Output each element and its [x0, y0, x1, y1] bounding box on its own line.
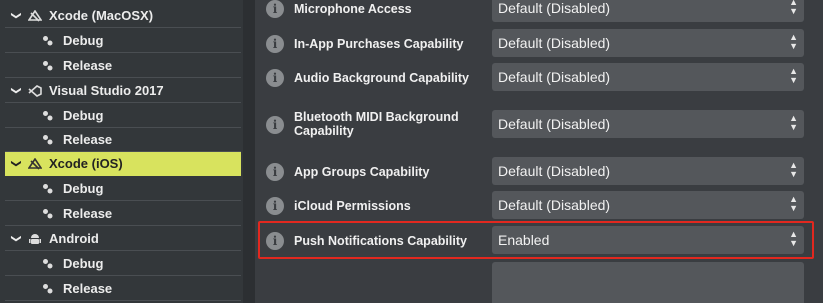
chevron-down-icon[interactable]: ❮ [11, 84, 22, 98]
config-icon [41, 110, 53, 121]
config-icon [41, 35, 53, 46]
tree-item-xcode-ios[interactable]: ❮ Xcode (iOS) [5, 152, 241, 176]
info-icon[interactable]: i [266, 69, 284, 87]
tree-item-label: Visual Studio 2017 [49, 83, 164, 98]
chevron-down-icon[interactable]: ❮ [11, 9, 22, 23]
icloud-permissions-select[interactable]: Default (Disabled) ▲ ▼ [492, 191, 804, 219]
tree-item-release[interactable]: Release [5, 54, 241, 78]
tree-item-debug[interactable]: Debug [5, 29, 241, 53]
tree-item-android[interactable]: ❮ Android [5, 227, 241, 251]
select-value: Default (Disabled) [498, 116, 611, 132]
bluetooth-midi-select[interactable]: Default (Disabled) ▲ ▼ [492, 110, 804, 138]
chevron-down-icon[interactable]: ❮ [11, 157, 22, 171]
setting-row-bluetooth-midi: i Bluetooth MIDI Background Capability D… [262, 110, 822, 140]
setting-row-app-groups: i App Groups Capability Default (Disable… [262, 157, 822, 187]
tree-item-label: Xcode (MacOSX) [49, 8, 154, 23]
setting-label: Bluetooth MIDI Background Capability [294, 110, 459, 138]
audio-background-select[interactable]: Default (Disabled) ▲ ▼ [492, 63, 804, 91]
info-icon[interactable]: i [266, 197, 284, 215]
updown-arrows-icon: ▲ ▼ [789, 160, 798, 179]
in-app-purchases-select[interactable]: Default (Disabled) ▲ ▼ [492, 29, 804, 57]
setting-label: Audio Background Capability [294, 71, 470, 85]
app-groups-select[interactable]: Default (Disabled) ▲ ▼ [492, 157, 804, 185]
setting-row-audio-background: i Audio Background Capability Default (D… [262, 63, 822, 93]
info-icon[interactable]: i [266, 116, 284, 134]
tree-item-label: Debug [63, 256, 104, 271]
chevron-down-icon[interactable]: ❮ [11, 232, 22, 246]
select-value: Default (Disabled) [498, 69, 611, 85]
visual-studio-icon [27, 84, 43, 97]
tree-item-xcode-macosx[interactable]: ❮ Xcode (MacOSX) [5, 4, 241, 28]
tree-item-label: Xcode (iOS) [49, 156, 123, 171]
config-icon [41, 183, 53, 194]
tree-item-label: Debug [63, 108, 104, 123]
tree-item-debug[interactable]: Debug [5, 177, 241, 201]
tree-item-debug[interactable]: Debug [5, 252, 241, 276]
tree-item-label: Release [63, 132, 113, 147]
text-area[interactable] [492, 262, 804, 303]
tree-item-release[interactable]: Release [5, 277, 241, 301]
xcode-icon [27, 9, 43, 22]
tree-item-debug[interactable]: Debug [5, 104, 241, 128]
updown-arrows-icon: ▲ ▼ [789, 194, 798, 213]
setting-row-icloud-permissions: i iCloud Permissions Default (Disabled) … [262, 191, 822, 221]
info-icon[interactable]: i [266, 35, 284, 53]
android-icon [27, 232, 43, 246]
info-icon[interactable]: i [266, 163, 284, 181]
setting-row-microphone-access: i Microphone Access Default (Disabled) ▲… [262, 0, 822, 24]
setting-label: Microphone Access [294, 2, 412, 16]
updown-arrows-icon: ▲ ▼ [789, 113, 798, 132]
config-icon [41, 258, 53, 269]
tree-item-label: Release [63, 281, 113, 296]
select-value: Default (Disabled) [498, 197, 611, 213]
tree-item-release[interactable]: Release [5, 128, 241, 152]
setting-label: App Groups Capability [294, 165, 430, 179]
config-icon [41, 283, 53, 294]
info-icon[interactable]: i [266, 0, 284, 18]
updown-arrows-icon: ▲ ▼ [789, 32, 798, 51]
tree-item-label: Release [63, 206, 113, 221]
tree-item-label: Debug [63, 33, 104, 48]
tree-item-visual-studio-2017[interactable]: ❮ Visual Studio 2017 [5, 79, 241, 103]
microphone-access-select[interactable]: Default (Disabled) ▲ ▼ [492, 0, 804, 22]
highlight-box [258, 221, 814, 259]
select-value: Default (Disabled) [498, 35, 611, 51]
tree-item-label: Release [63, 58, 113, 73]
config-icon [41, 134, 53, 145]
xcode-icon [27, 157, 43, 170]
config-icon [41, 60, 53, 71]
select-value: Default (Disabled) [498, 0, 611, 16]
config-icon [41, 208, 53, 219]
select-value: Default (Disabled) [498, 163, 611, 179]
setting-row-in-app-purchases: i In-App Purchases Capability Default (D… [262, 29, 822, 59]
project-tree: ❮ Xcode (MacOSX) Debug Release ❮ Visual … [0, 0, 243, 303]
tree-item-label: Android [49, 231, 99, 246]
panel-divider[interactable] [243, 0, 255, 303]
setting-label: In-App Purchases Capability [294, 37, 464, 51]
tree-item-release[interactable]: Release [5, 202, 241, 226]
setting-label: iCloud Permissions [294, 199, 411, 213]
updown-arrows-icon: ▲ ▼ [789, 0, 798, 16]
tree-item-label: Debug [63, 181, 104, 196]
updown-arrows-icon: ▲ ▼ [789, 66, 798, 85]
